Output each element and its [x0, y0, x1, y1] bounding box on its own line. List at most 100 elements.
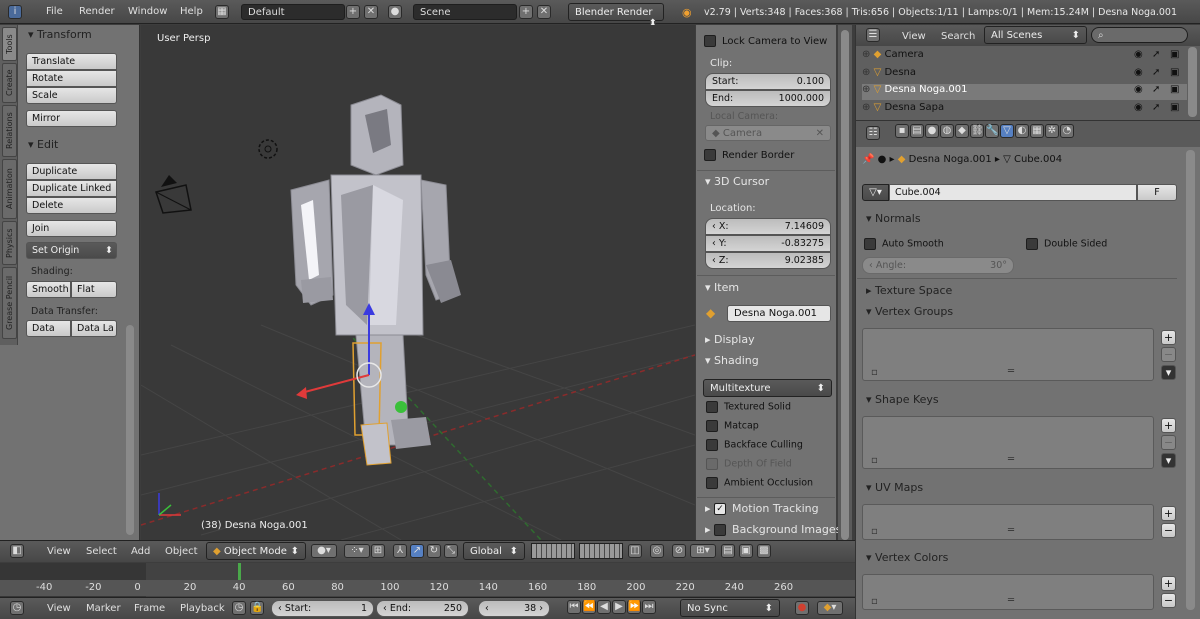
play-icon[interactable]: ▶: [612, 600, 626, 614]
playback-menu[interactable]: Playback: [180, 603, 225, 614]
filter-icon[interactable]: ▫: [871, 367, 878, 378]
render-border-check[interactable]: [704, 149, 716, 161]
n-panel-scrollbar[interactable]: [841, 30, 849, 540]
outliner-row[interactable]: ⊕ ◆ Camera ◉ ➚ ▣: [862, 49, 1187, 65]
properties-editor-icon[interactable]: ☷: [866, 126, 880, 140]
outliner-search-menu[interactable]: Search: [941, 31, 975, 42]
backface-culling-check[interactable]: [706, 439, 718, 451]
duplicate-linked-button[interactable]: Duplicate Linked: [26, 180, 117, 197]
transform-manipulator-icon[interactable]: ⅄: [393, 544, 407, 558]
uv-maps-panel-header[interactable]: ▾ UV Maps: [866, 481, 923, 494]
vertex-groups-list[interactable]: ▫ ═: [862, 328, 1154, 381]
visibility-eye-icon[interactable]: ◉: [1134, 67, 1143, 78]
ambient-occlusion-checkbox[interactable]: Ambient Occlusion: [706, 477, 813, 489]
shape-keys-panel-header[interactable]: ▾ Shape Keys: [866, 393, 939, 406]
clear-icon[interactable]: ✕: [816, 128, 824, 139]
outliner-search-input[interactable]: ⌕: [1091, 27, 1188, 43]
fake-user-button[interactable]: F: [1137, 184, 1177, 201]
remove-vertex-color-button[interactable]: −: [1161, 593, 1176, 608]
interaction-mode-select[interactable]: ◆ Object Mode ⬍: [206, 542, 306, 560]
matcap-checkbox[interactable]: Matcap: [706, 420, 759, 432]
layer-buttons-right[interactable]: [579, 543, 623, 559]
add-vertex-group-button[interactable]: +: [1161, 330, 1176, 345]
rotate-button[interactable]: Rotate: [26, 70, 117, 87]
motion-tracking-check[interactable]: ✓: [714, 503, 727, 515]
menu-file[interactable]: File: [46, 6, 63, 17]
scene-icon[interactable]: ●: [388, 5, 402, 19]
item-panel-header[interactable]: ▾ Item: [705, 281, 739, 294]
resize-grip-icon[interactable]: ═: [1008, 366, 1014, 377]
scene-tab-icon[interactable]: ●: [925, 124, 939, 138]
keying-set-icon[interactable]: ◆▾: [817, 601, 843, 615]
info-editor-icon[interactable]: i: [8, 5, 22, 19]
smooth-button[interactable]: Smooth: [26, 281, 71, 298]
expand-icon[interactable]: ⊕: [862, 49, 870, 60]
texture-tab-icon[interactable]: ▦: [1030, 124, 1044, 138]
marker-menu[interactable]: Marker: [86, 603, 121, 614]
select-arrow-icon[interactable]: ➚: [1152, 84, 1160, 95]
remove-scene-icon[interactable]: ✕: [537, 5, 551, 19]
remove-uv-map-button[interactable]: −: [1161, 523, 1176, 538]
snap-icon[interactable]: ⊘: [672, 544, 686, 558]
world-tab-icon[interactable]: ◍: [940, 124, 954, 138]
render-camera-icon[interactable]: ▣: [1170, 49, 1179, 60]
add-vertex-color-button[interactable]: +: [1161, 576, 1176, 591]
mesh-browse-icon[interactable]: ▽▾: [862, 184, 889, 201]
depth-of-field-check[interactable]: [706, 458, 718, 470]
mesh-data-tab-icon[interactable]: ▽: [1000, 124, 1014, 138]
remove-shape-key-button[interactable]: −: [1161, 435, 1176, 450]
layer-buttons-left[interactable]: [531, 543, 575, 559]
expand-icon[interactable]: ⊕: [862, 84, 870, 95]
shading-mode-select[interactable]: Multitexture ⬍: [703, 379, 832, 397]
cursor-y-field[interactable]: ‹ Y: -0.83275: [705, 235, 831, 252]
tool-shelf-scrollbar[interactable]: [126, 325, 134, 535]
render-camera-icon[interactable]: ▣: [1170, 84, 1179, 95]
outliner-item-label[interactable]: Desna Noga.001: [884, 84, 967, 95]
tab-create[interactable]: Create: [2, 63, 17, 103]
select-arrow-icon[interactable]: ➚: [1152, 49, 1160, 60]
prev-keyframe-icon[interactable]: ⏪: [582, 600, 596, 614]
object-name-field[interactable]: Desna Noga.001: [727, 305, 831, 322]
object-menu[interactable]: Object: [165, 546, 198, 557]
render-border-checkbox[interactable]: Render Border: [704, 149, 794, 161]
screen-layout-field[interactable]: Default: [241, 4, 345, 20]
timeline-editor-icon[interactable]: ◷: [10, 601, 24, 615]
outliner-view-menu[interactable]: View: [902, 31, 926, 42]
translate-manipulator-icon[interactable]: ↗: [410, 544, 424, 558]
tab-relations[interactable]: Relations: [2, 105, 17, 157]
backface-culling-checkbox[interactable]: Backface Culling: [706, 439, 803, 451]
outliner-row[interactable]: ⊕ ▽ Desna Sapa ◉ ➚ ▣: [862, 102, 1187, 118]
background-images-check[interactable]: [714, 524, 727, 536]
start-frame-field[interactable]: ‹ Start: 1: [271, 600, 374, 617]
tab-animation[interactable]: Animation: [2, 159, 17, 219]
render-tab-icon[interactable]: ▪: [895, 124, 909, 138]
duplicate-button[interactable]: Duplicate: [26, 163, 117, 180]
uv-maps-list[interactable]: ▫ ═: [862, 504, 1154, 540]
depth-of-field-checkbox[interactable]: Depth Of Field: [706, 458, 792, 470]
outliner-item-label[interactable]: Desna Sapa: [884, 102, 944, 113]
proportional-edit-icon[interactable]: ◎: [650, 544, 664, 558]
outliner-row-selected[interactable]: ⊕ ▽ Desna Noga.001 ◉ ➚ ▣: [862, 84, 1187, 100]
display-mode-select[interactable]: All Scenes ⬍: [984, 26, 1087, 44]
lock-camera-check[interactable]: [704, 35, 716, 47]
auto-smooth-check[interactable]: [864, 238, 876, 250]
select-menu[interactable]: Select: [86, 546, 117, 557]
3d-view-editor-icon[interactable]: ◧: [10, 544, 24, 558]
add-scene-icon[interactable]: +: [519, 5, 533, 19]
normals-panel-header[interactable]: ▾ Normals: [866, 212, 921, 225]
constraints-tab-icon[interactable]: ⛓: [970, 124, 984, 138]
ambient-occlusion-check[interactable]: [706, 477, 718, 489]
preview-range-icon[interactable]: ◷: [232, 601, 246, 615]
menu-render[interactable]: Render: [79, 6, 115, 17]
background-images-panel-header[interactable]: ▸ Background Images: [705, 523, 841, 536]
cursor-x-field[interactable]: ‹ X: 7.14609: [705, 218, 831, 235]
play-reverse-icon[interactable]: ◀: [597, 600, 611, 614]
shading-panel-header[interactable]: ▾ Shading: [705, 354, 759, 367]
edit-panel-header[interactable]: ▾ Edit: [28, 138, 58, 151]
vertex-group-specials-button[interactable]: ▾: [1161, 365, 1176, 380]
textured-solid-check[interactable]: [706, 401, 718, 413]
outliner-item-label[interactable]: Desna: [884, 67, 916, 78]
select-arrow-icon[interactable]: ➚: [1152, 67, 1160, 78]
mirror-button[interactable]: Mirror: [26, 110, 117, 127]
data-transfer-layout-button[interactable]: Data La: [71, 320, 117, 337]
